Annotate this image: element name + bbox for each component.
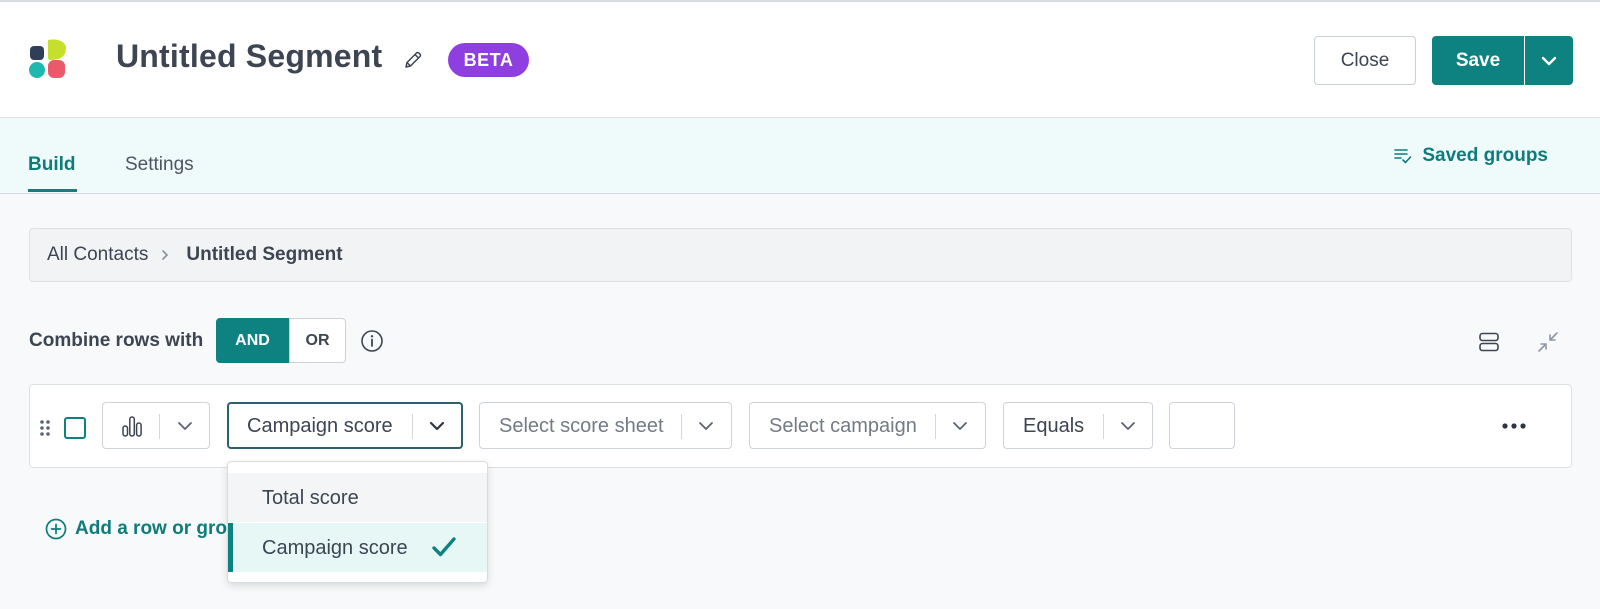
add-row-label: Add a row or group [75, 518, 251, 539]
rows-view-icon[interactable] [1477, 330, 1501, 354]
field-dropdown-menu: Total score Campaign score [227, 461, 488, 583]
app-logo-icon [29, 39, 66, 78]
row-checkbox[interactable] [64, 417, 86, 439]
chevron-down-icon [1121, 422, 1135, 430]
bar-chart-icon [122, 416, 142, 437]
tab-settings[interactable]: Settings [125, 154, 194, 176]
breadcrumb-current: Untitled Segment [186, 244, 343, 265]
tabs-bar: Build Settings Saved groups [0, 118, 1600, 194]
chevron-right-icon [160, 249, 170, 261]
chevron-down-icon [1541, 56, 1557, 65]
checkmark-icon [432, 537, 456, 557]
combine-and-toggle[interactable]: AND [216, 318, 289, 363]
campaign-select[interactable]: Select campaign [749, 402, 986, 449]
beta-badge: BETA [448, 43, 529, 77]
chevron-down-icon [178, 422, 192, 430]
combine-label: Combine rows with [29, 330, 204, 351]
close-button[interactable]: Close [1314, 36, 1416, 85]
page-title: Untitled Segment [116, 38, 383, 74]
tab-build[interactable]: Build [28, 154, 76, 176]
plus-circle-icon [45, 518, 67, 540]
page-header: Untitled Segment BETA Close Save [0, 2, 1600, 118]
menu-item-total-score[interactable]: Total score [228, 473, 487, 522]
combine-or-toggle[interactable]: OR [289, 318, 346, 363]
drag-handle-icon[interactable] [38, 418, 52, 438]
collapse-icon[interactable] [1536, 330, 1560, 354]
list-check-icon [1394, 149, 1412, 164]
more-options-icon[interactable] [1500, 414, 1528, 438]
campaign-placeholder: Select campaign [769, 415, 917, 437]
breadcrumb: All Contacts Untitled Segment [29, 228, 1572, 282]
operator-select[interactable]: Equals [1003, 402, 1153, 449]
saved-groups-label: Saved groups [1422, 145, 1548, 166]
selected-indicator [228, 523, 233, 572]
pencil-icon[interactable] [403, 50, 423, 70]
active-tab-indicator [28, 189, 77, 192]
score-sheet-placeholder: Select score sheet [499, 415, 664, 437]
save-options-button[interactable] [1525, 36, 1573, 85]
chevron-down-icon [429, 421, 445, 431]
operator-value: Equals [1023, 415, 1085, 437]
field-select-value: Campaign score [247, 415, 393, 437]
menu-item-campaign-score[interactable]: Campaign score [228, 523, 487, 572]
value-input[interactable] [1169, 402, 1235, 449]
add-row-button[interactable]: Add a row or group [45, 518, 250, 540]
chevron-down-icon [699, 422, 713, 430]
save-button[interactable]: Save [1432, 36, 1524, 85]
field-select[interactable]: Campaign score [227, 402, 463, 449]
score-sheet-select[interactable]: Select score sheet [479, 402, 732, 449]
saved-groups-button[interactable]: Saved groups [1394, 145, 1548, 167]
condition-type-select[interactable] [102, 402, 210, 449]
info-icon[interactable] [360, 329, 384, 353]
chevron-down-icon [953, 422, 967, 430]
breadcrumb-all-contacts[interactable]: All Contacts [47, 244, 148, 266]
